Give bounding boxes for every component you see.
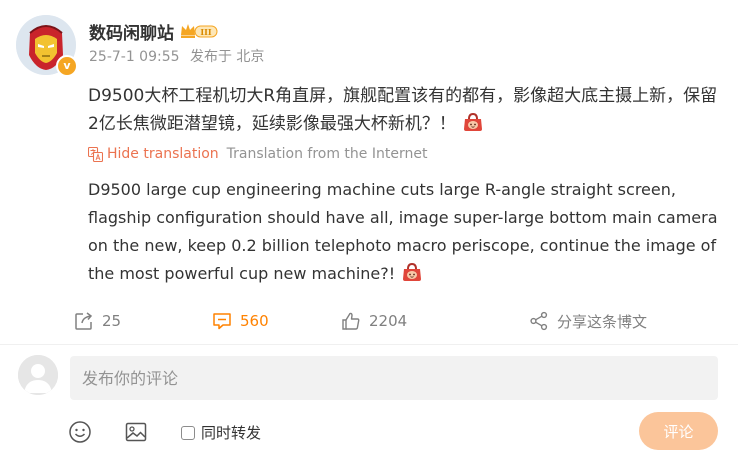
translated-text: D9500 large cup engineering machine cuts… [88,176,718,292]
vip-level-text: III [200,27,211,37]
crown-icon: III [181,24,218,38]
repost-count: 25 [102,312,122,330]
hide-translation-link[interactable]: Hide translation [88,146,219,162]
verified-badge-icon: v [56,55,78,77]
post-timestamp[interactable]: 25-7-1 09:55 [89,49,180,65]
also-repost-checkbox[interactable]: 同时转发 [181,422,261,443]
post-location: 发布于 北京 [189,49,265,65]
default-avatar-icon [18,355,58,395]
current-user-avatar[interactable] [18,355,58,395]
post-text: D9500大杯工程机切大R角直屏，旗舰配置该有的都有，影像超大底主摄上新，保留2… [88,86,718,134]
image-icon [125,422,147,442]
comment-input[interactable] [70,356,718,400]
thumbs-up-icon [342,312,360,330]
smiley-icon [69,421,91,443]
comment-button[interactable]: 560 [212,306,269,336]
author-username[interactable]: 数码闲聊站 [89,19,174,44]
share-icon [530,311,548,331]
bag-emoji-icon [401,261,423,292]
comment-count: 560 [240,312,269,330]
repost-icon [75,312,93,330]
emoji-picker-button[interactable] [68,420,92,448]
divider [0,344,738,345]
translate-icon [88,146,103,162]
repost-button[interactable]: 25 [74,306,121,336]
author-avatar-container[interactable]: v [16,15,78,77]
like-count: 2204 [369,312,408,330]
username-row: 数码闲聊站 III [89,18,264,44]
weibo-post: v 数码闲聊站 III 25-7-1 09:55 发布于 北京 D9500大杯工… [0,0,738,465]
post-actions-bar: 25 560 2204 分享这条博文 [0,306,738,336]
share-button[interactable]: 分享这条博文 [529,306,647,336]
comment-icon [213,313,231,330]
share-label: 分享这条博文 [557,312,648,331]
vip-crown-badge-icon[interactable]: III [180,23,218,39]
translation-toggle-row: Hide translation Translation from the In… [88,146,427,162]
hide-translation-label: Hide translation [107,146,219,162]
bag-emoji-icon [462,111,484,142]
post-header: 数码闲聊站 III 25-7-1 09:55 发布于 北京 [89,18,264,66]
checkbox-box[interactable] [181,425,195,440]
translation-source: Translation from the Internet [226,146,428,162]
image-upload-button[interactable] [124,420,148,448]
comment-toolbar: 同时转发 [0,414,738,450]
submit-comment-button[interactable]: 评论 [639,412,718,450]
post-content: D9500大杯工程机切大R角直屏，旗舰配置该有的都有，影像超大底主摄上新，保留2… [88,82,718,142]
post-meta: 25-7-1 09:55 发布于 北京 [89,46,264,66]
also-repost-label: 同时转发 [201,424,262,442]
like-button[interactable]: 2204 [341,306,407,336]
